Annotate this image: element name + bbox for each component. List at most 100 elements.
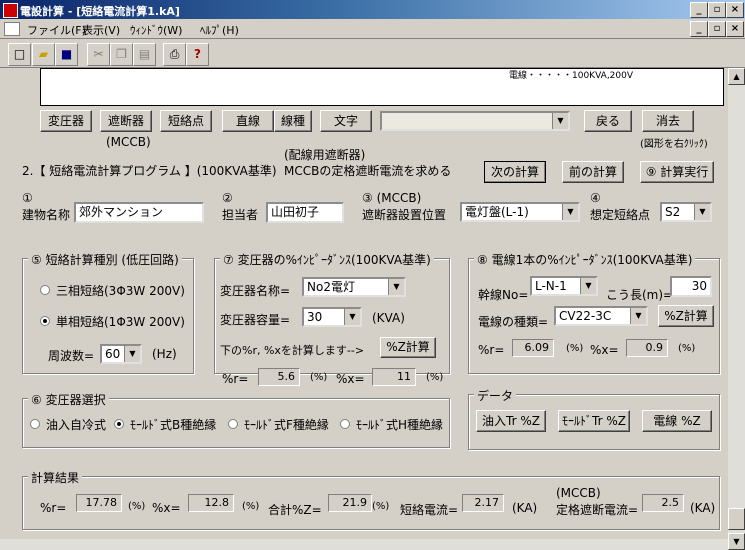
new-file-icon[interactable]: □ bbox=[8, 43, 31, 66]
wire-r-value: 6.09 bbox=[512, 339, 554, 357]
tr-name-label: 変圧器名称= bbox=[220, 284, 291, 298]
building-label: 建物名称 bbox=[22, 208, 71, 222]
chevron-down-icon: ▼ bbox=[562, 204, 578, 220]
result-z-value: 21.9 bbox=[328, 494, 372, 512]
cut-icon[interactable]: ✂ bbox=[87, 43, 110, 66]
close-icon[interactable]: × bbox=[726, 2, 744, 18]
short-point-button[interactable]: 短絡点 bbox=[160, 110, 212, 132]
tr-x-value: 11 bbox=[372, 368, 416, 386]
scroll-thumb[interactable] bbox=[728, 508, 745, 530]
radio-oil[interactable] bbox=[30, 419, 40, 429]
program-title: 2.【 短絡電流計算プログラム 】(100KVA基準) bbox=[22, 164, 277, 178]
wire-type-select[interactable]: CV22-3C ▼ bbox=[554, 306, 648, 326]
breaker-note: (MCCB) bbox=[106, 135, 151, 149]
result-mccb-unit: (KA) bbox=[690, 501, 716, 515]
field-number-4: ④ bbox=[590, 191, 601, 205]
tr-cap-select[interactable]: 30 ▼ bbox=[302, 307, 362, 327]
tr-r-unit: (%) bbox=[310, 372, 328, 383]
drawing-text: 電線・・・・・100KVA,200V bbox=[509, 71, 634, 81]
transformer-button[interactable]: 変圧器 bbox=[40, 110, 92, 132]
window-title: 電設計算 - [短絡電流計算1.kA] bbox=[20, 5, 180, 18]
group-short-type-title: ⑤ 短絡計算種別 (低圧回路) bbox=[28, 251, 182, 268]
radio-mold-b[interactable] bbox=[114, 419, 124, 429]
title-bar: 電設計算 - [短絡電流計算1.kA] _ ▫ × bbox=[0, 0, 745, 19]
erase-button[interactable]: 消去 bbox=[642, 110, 694, 132]
trunk-value: L-N-1 bbox=[535, 279, 567, 293]
menu-help[interactable]: ﾍﾙﾌﾟ(H) bbox=[200, 22, 239, 38]
result-x-value: 12.8 bbox=[188, 494, 234, 512]
chevron-down-icon: ▼ bbox=[694, 204, 710, 220]
chevron-down-icon: ▼ bbox=[344, 309, 360, 325]
vertical-scrollbar[interactable]: ▲ ▼ bbox=[728, 68, 745, 550]
program-desc-2: MCCBの定格遮断電流を求める bbox=[284, 164, 452, 178]
wire-z-button[interactable]: 電線 %Z bbox=[642, 410, 712, 432]
radio-single-phase-label: 単相短絡(1Φ3W 200V) bbox=[56, 315, 185, 329]
short-point-value: S2 bbox=[665, 205, 681, 219]
mold-tr-z-button[interactable]: ﾓｰﾙﾄﾞTr %Z bbox=[558, 410, 630, 432]
field-number-1: ① bbox=[22, 191, 33, 205]
result-z-unit: (%) bbox=[372, 501, 390, 512]
open-folder-icon[interactable]: ▰ bbox=[32, 43, 55, 66]
chevron-down-icon: ▼ bbox=[580, 278, 596, 294]
result-sc-label: 短絡電流= bbox=[400, 503, 459, 517]
menu-view[interactable]: 表示(V) bbox=[82, 22, 120, 38]
straight-line-button[interactable]: 直線 bbox=[222, 110, 274, 132]
radio-mold-f-label: ﾓｰﾙﾄﾞ式F種絶縁 bbox=[244, 418, 329, 432]
breaker-pos-select[interactable]: 電灯盤(L-1) ▼ bbox=[460, 202, 580, 222]
breaker-button[interactable]: 遮断器 bbox=[100, 110, 152, 132]
next-calc-button[interactable]: 次の計算 bbox=[484, 161, 546, 183]
doc-close-icon[interactable]: × bbox=[726, 21, 744, 37]
result-mccb-label-2: 定格遮断電流= bbox=[556, 503, 639, 517]
field-number-3: ③ (MCCB) bbox=[362, 191, 422, 205]
radio-mold-h[interactable] bbox=[340, 419, 350, 429]
group-transformer-impedance-title: ⑦ 変圧器の%ｲﾝﾋﾟｰﾀﾞﾝｽ(100KVA基準) bbox=[220, 251, 434, 268]
drawing-canvas[interactable]: 電線・・・・・100KVA,200V bbox=[40, 68, 724, 106]
building-input[interactable]: 郊外マンション bbox=[74, 202, 204, 223]
oil-tr-z-button[interactable]: 油入Tr %Z bbox=[476, 410, 546, 432]
maximize-icon[interactable]: ▫ bbox=[708, 2, 726, 18]
radio-three-phase[interactable] bbox=[40, 285, 50, 295]
line-type-button[interactable]: 線種 bbox=[274, 110, 312, 132]
person-input[interactable]: 山田初子 bbox=[266, 202, 344, 223]
copy-icon[interactable]: ❐ bbox=[110, 43, 133, 66]
minimize-icon[interactable]: _ bbox=[690, 2, 708, 18]
tr-name-select[interactable]: No2電灯 ▼ bbox=[302, 277, 406, 297]
short-point-select[interactable]: S2 ▼ bbox=[660, 202, 712, 222]
draw-select[interactable]: ▼ bbox=[380, 111, 570, 131]
scroll-up-icon[interactable]: ▲ bbox=[728, 68, 745, 85]
short-point-label: 想定短絡点 bbox=[590, 208, 651, 222]
print-icon[interactable]: ⎙ bbox=[163, 43, 186, 66]
tr-x-label: %x= bbox=[336, 372, 365, 386]
radio-three-phase-label: 三相短絡(3Φ3W 200V) bbox=[56, 284, 185, 298]
prev-calc-button[interactable]: 前の計算 bbox=[562, 161, 624, 183]
back-button[interactable]: 戻る bbox=[584, 110, 632, 132]
breaker-pos-label: 遮断器設置位置 bbox=[362, 208, 447, 222]
doc-minimize-icon[interactable]: _ bbox=[690, 21, 708, 37]
erase-note: (図形を右ｸﾘｯｸ) bbox=[640, 139, 708, 150]
tr-x-unit: (%) bbox=[426, 372, 444, 383]
group-results-title: 計算結果 bbox=[28, 469, 83, 486]
horizontal-scrollbar[interactable] bbox=[0, 539, 728, 550]
radio-mold-f[interactable] bbox=[228, 419, 238, 429]
tr-z-calc-button[interactable]: %Z計算 bbox=[380, 337, 436, 358]
wire-z-calc-button[interactable]: %Z計算 bbox=[658, 305, 714, 327]
result-z-label: 合計%Z= bbox=[268, 503, 322, 517]
group-transformer-select-title: ⑥ 変圧器選択 bbox=[28, 391, 109, 408]
wire-type-label: 電線の種類= bbox=[478, 315, 549, 329]
trunk-select[interactable]: L-N-1 ▼ bbox=[530, 276, 598, 296]
length-input[interactable]: 30 bbox=[670, 276, 712, 297]
result-sc-unit: (KA) bbox=[512, 501, 538, 515]
scroll-down-icon[interactable]: ▼ bbox=[728, 533, 745, 550]
result-x-unit: (%) bbox=[242, 501, 260, 512]
doc-restore-icon[interactable]: ▫ bbox=[708, 21, 726, 37]
menu-file[interactable]: ファイル(F) bbox=[27, 22, 86, 38]
freq-select[interactable]: 60 ▼ bbox=[100, 344, 142, 364]
menu-window[interactable]: ｳｨﾝﾄﾞｳ(W) bbox=[130, 22, 182, 38]
radio-single-phase[interactable] bbox=[40, 316, 50, 326]
save-icon[interactable]: ■ bbox=[55, 43, 78, 66]
help-icon[interactable]: ? bbox=[186, 43, 209, 66]
chevron-down-icon: ▼ bbox=[552, 113, 568, 129]
paste-icon[interactable]: ▤ bbox=[133, 43, 156, 66]
text-button[interactable]: 文字 bbox=[320, 110, 372, 132]
run-calc-button[interactable]: ⑨ 計算実行 bbox=[640, 161, 714, 183]
